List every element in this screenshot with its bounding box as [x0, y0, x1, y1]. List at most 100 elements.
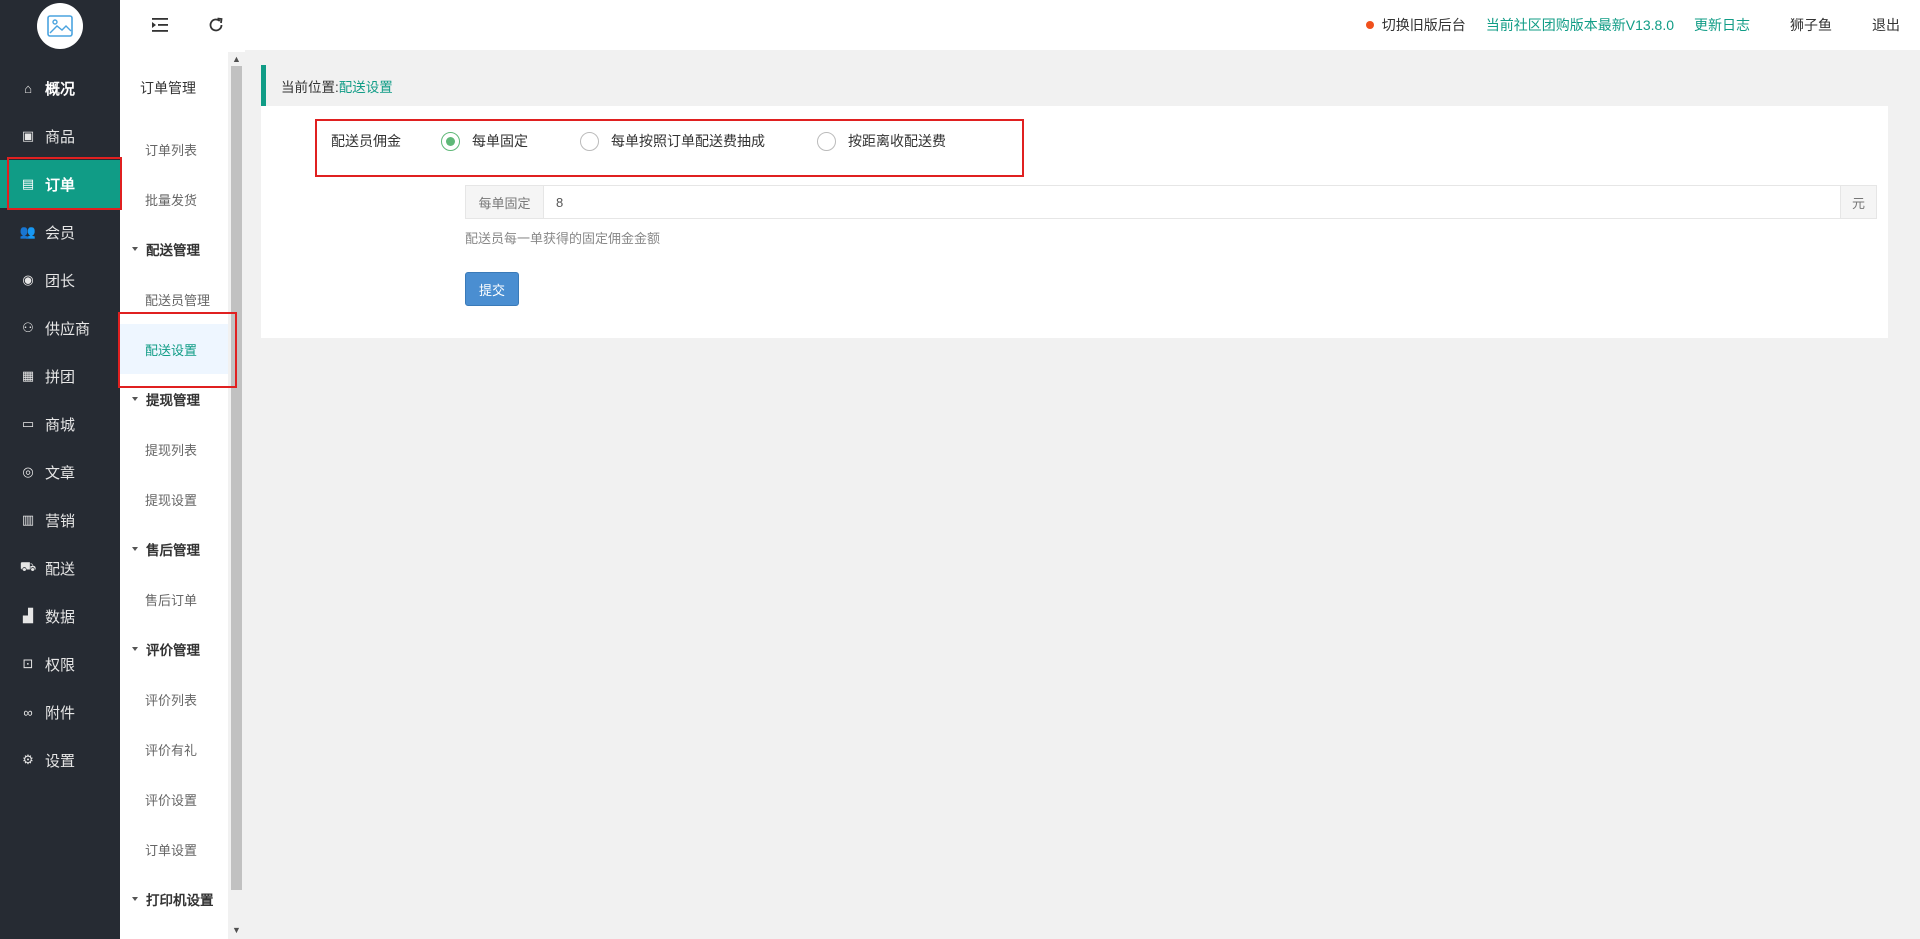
- order-icon: ▤: [21, 176, 35, 191]
- sub-nav: 订单管理 订单列表批量发货配送管理配送员管理配送设置提现管理提现列表提现设置售后…: [120, 52, 228, 924]
- breadcrumb: 当前位置: 配送设置: [261, 65, 1888, 106]
- sub-nav-label: 打印机设置: [146, 893, 214, 908]
- sub-nav-group[interactable]: 评价管理: [120, 624, 228, 674]
- sub-sidebar: 订单管理 订单列表批量发货配送管理配送员管理配送设置提现管理提现列表提现设置售后…: [120, 0, 245, 939]
- caret-down-icon: [132, 247, 138, 251]
- sidebar-item-label: 权限: [45, 656, 76, 674]
- submit-button[interactable]: 提交: [465, 272, 519, 306]
- sub-nav-item[interactable]: 配送员管理: [120, 274, 228, 324]
- lock-icon: ⊡: [22, 656, 34, 671]
- sidebar-item-12[interactable]: ⊡ 权限: [0, 640, 120, 688]
- sub-nav-label: 提现设置: [145, 492, 198, 508]
- sub-nav-label: 配送管理: [146, 243, 200, 258]
- truck-icon: ⛟: [19, 559, 37, 574]
- leader-icon: ◉: [22, 272, 34, 287]
- sidebar-item-label: 文章: [45, 464, 76, 482]
- refresh-icon[interactable]: [206, 15, 226, 35]
- sidebar-item-label: 数据: [45, 608, 76, 626]
- sidebar-item-4[interactable]: ◉ 团长: [0, 256, 120, 304]
- sub-nav-item[interactable]: 提现列表: [120, 424, 228, 474]
- home-icon: ⌂: [24, 80, 32, 96]
- sidebar-item-label: 会员: [45, 224, 76, 242]
- sub-nav-item[interactable]: 配送设置: [120, 324, 228, 374]
- sub-nav-group[interactable]: 配送管理: [120, 224, 228, 274]
- sub-nav-scrollbar[interactable]: ▲ ▼: [228, 52, 245, 939]
- commission-radio-row: 配送员佣金 每单固定 每单按照订单配送费抽成 按距离收配送费: [331, 120, 998, 162]
- scroll-down-icon[interactable]: ▼: [232, 925, 241, 935]
- sidebar-item-1[interactable]: ▣ 商品: [0, 112, 120, 160]
- commission-option-1[interactable]: 每单按照订单配送费抽成: [580, 131, 765, 151]
- page-scrollbar[interactable]: [1903, 50, 1920, 939]
- sub-nav-label: 评价管理: [146, 643, 200, 658]
- input-prefix-addon: 每单固定: [466, 186, 544, 218]
- caret-down-icon: [132, 547, 138, 551]
- radio-button[interactable]: [580, 131, 599, 151]
- sidebar-item-0[interactable]: ⌂ 概况: [0, 64, 120, 112]
- help-text: 配送员每一单获得的固定佣金金额: [465, 231, 661, 246]
- sub-nav-item[interactable]: 评价有礼: [120, 724, 228, 774]
- breadcrumb-current[interactable]: 配送设置: [339, 76, 393, 96]
- sidebar-item-13[interactable]: ∞ 附件: [0, 688, 120, 736]
- sidebar-item-6[interactable]: ▦ 拼团: [0, 352, 120, 400]
- sidebar-item-10[interactable]: ⛟ 配送: [0, 544, 120, 592]
- radio-button[interactable]: [441, 131, 460, 151]
- breadcrumb-prefix: 当前位置:: [281, 79, 339, 95]
- sidebar-item-14[interactable]: ⚙ 设置: [0, 736, 120, 784]
- link-icon: ∞: [23, 704, 33, 720]
- fixed-commission-input[interactable]: [544, 186, 1840, 218]
- sidebar-item-label: 供应商: [45, 320, 91, 338]
- sub-nav-label: 配送员管理: [145, 292, 211, 308]
- sub-nav-label: 订单列表: [145, 142, 198, 158]
- sidebar-item-8[interactable]: ◎ 文章: [0, 448, 120, 496]
- sub-nav-item[interactable]: 批量发货: [120, 174, 228, 224]
- commission-option-0[interactable]: 每单固定: [441, 131, 528, 151]
- caret-down-icon: [132, 647, 138, 651]
- sidebar-item-label: 概况: [45, 80, 76, 98]
- sub-nav-item[interactable]: 评价设置: [120, 774, 228, 824]
- scrollbar-thumb[interactable]: [231, 66, 242, 890]
- logo-image-icon[interactable]: [37, 3, 83, 49]
- menu-fold-icon[interactable]: [150, 15, 170, 35]
- logout-link[interactable]: 退出: [1872, 15, 1900, 35]
- main-nav-list: ⌂ 概况 ▣ 商品 ▤ 订单 👥 会员 ◉ 团长 ⚇ 供应商 ▦ 拼团 ▭ 商城 ◎ 文章 ▥ 营销 ⛟ 配送 ▟ 数据 ⊡ 权限…: [0, 64, 120, 784]
- radio-label: 每单按照订单配送费抽成: [611, 133, 765, 149]
- changelog-link[interactable]: 更新日志: [1694, 15, 1750, 35]
- switch-old-version-link[interactable]: 切换旧版后台: [1382, 15, 1466, 35]
- logo-wrap: [0, 0, 120, 52]
- main-sidebar: ⌂ 概况 ▣ 商品 ▤ 订单 👥 会员 ◉ 团长 ⚇ 供应商 ▦ 拼团 ▭ 商城 ◎ 文章 ▥ 营销 ⛟ 配送 ▟ 数据 ⊡ 权限…: [0, 0, 120, 939]
- members-icon: 👥: [19, 224, 37, 239]
- sub-nav-item[interactable]: 售后订单: [120, 574, 228, 624]
- commission-option-2[interactable]: 按距离收配送费: [817, 131, 946, 151]
- sub-nav-group[interactable]: 提现管理: [120, 374, 228, 424]
- sidebar-item-label: 订单: [45, 176, 76, 194]
- scroll-up-icon[interactable]: ▲: [232, 54, 241, 64]
- sidebar-item-2[interactable]: ▤ 订单: [0, 160, 120, 208]
- sub-nav-title: 订单管理: [140, 80, 196, 96]
- status-dot: [1365, 21, 1374, 29]
- commission-radio-group: 每单固定 每单按照订单配送费抽成 按距离收配送费: [441, 131, 998, 151]
- sub-nav-label: 售后订单: [145, 592, 198, 608]
- radio-button[interactable]: [817, 131, 836, 151]
- version-text[interactable]: 当前社区团购版本最新V13.8.0: [1486, 15, 1674, 35]
- sub-nav-group[interactable]: 售后管理: [120, 524, 228, 574]
- sub-nav-item[interactable]: 提现设置: [120, 474, 228, 524]
- sidebar-item-11[interactable]: ▟ 数据: [0, 592, 120, 640]
- sidebar-item-9[interactable]: ▥ 营销: [0, 496, 120, 544]
- sub-nav-label: 评价设置: [145, 792, 198, 808]
- sub-nav-label: 评价列表: [145, 692, 198, 708]
- radio-label: 按距离收配送费: [848, 133, 946, 149]
- sub-nav-group[interactable]: 打印机设置: [120, 874, 228, 924]
- sub-nav-items: 订单列表批量发货配送管理配送员管理配送设置提现管理提现列表提现设置售后管理售后订…: [120, 124, 228, 924]
- sidebar-item-7[interactable]: ▭ 商城: [0, 400, 120, 448]
- sub-nav-item[interactable]: 订单列表: [120, 124, 228, 174]
- commission-label: 配送员佣金: [331, 133, 401, 149]
- supplier-icon: ⚇: [22, 320, 34, 335]
- sub-nav-label: 售后管理: [146, 543, 200, 558]
- sub-nav-label: 提现管理: [146, 393, 200, 408]
- sidebar-item-5[interactable]: ⚇ 供应商: [0, 304, 120, 352]
- sub-nav-item[interactable]: 订单设置: [120, 824, 228, 874]
- sidebar-item-3[interactable]: 👥 会员: [0, 208, 120, 256]
- username[interactable]: 狮子鱼: [1790, 15, 1832, 35]
- sub-nav-item[interactable]: 评价列表: [120, 674, 228, 724]
- sidebar-item-label: 附件: [45, 704, 76, 722]
